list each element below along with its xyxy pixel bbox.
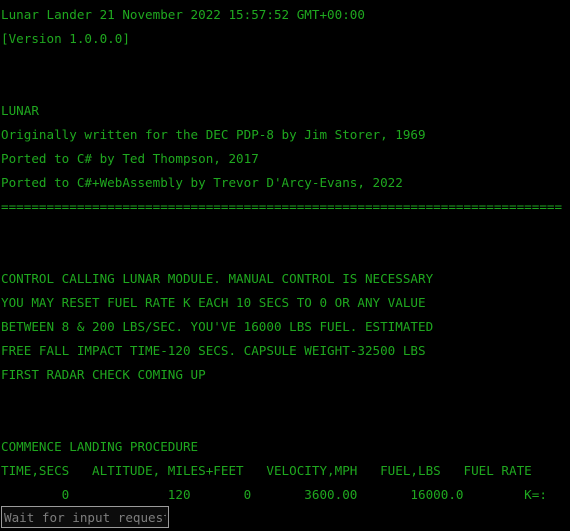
- telemetry-table-row: 0 120 0 3600.00 16000.0 K=:: [1, 487, 547, 502]
- lunar-lander-terminal: Lunar Lander 21 November 2022 15:57:52 G…: [0, 0, 570, 531]
- credit-line-csharp: Ported to C# by Ted Thompson, 2017: [1, 151, 259, 166]
- fuel-rate-input[interactable]: [1, 506, 169, 528]
- commence-landing-line: COMMENCE LANDING PROCEDURE: [1, 439, 199, 454]
- instruction-line-3: BETWEEN 8 & 200 LBS/SEC. YOU'VE 16000 LB…: [1, 319, 434, 334]
- instruction-line-1: CONTROL CALLING LUNAR MODULE. MANUAL CON…: [1, 271, 434, 286]
- console-input-wrapper: [1, 506, 169, 528]
- instruction-line-4: FREE FALL IMPACT TIME-120 SECS. CAPSULE …: [1, 343, 426, 358]
- telemetry-table-header: TIME,SECS ALTITUDE, MILES+FEET VELOCITY,…: [1, 463, 532, 478]
- console-output: Lunar Lander 21 November 2022 15:57:52 G…: [0, 0, 570, 507]
- instruction-line-5: FIRST RADAR CHECK COMING UP: [1, 367, 206, 382]
- instruction-line-2: YOU MAY RESET FUEL RATE K EACH 10 SECS T…: [1, 295, 426, 310]
- console-version-line: [Version 1.0.0.0]: [1, 31, 130, 46]
- credit-line-original: Originally written for the DEC PDP-8 by …: [1, 127, 426, 142]
- program-name-label: LUNAR: [1, 103, 39, 118]
- credit-line-wasm: Ported to C#+WebAssembly by Trevor D'Arc…: [1, 175, 403, 190]
- console-header-line: Lunar Lander 21 November 2022 15:57:52 G…: [1, 7, 365, 22]
- separator-rule: ========================================…: [1, 199, 563, 214]
